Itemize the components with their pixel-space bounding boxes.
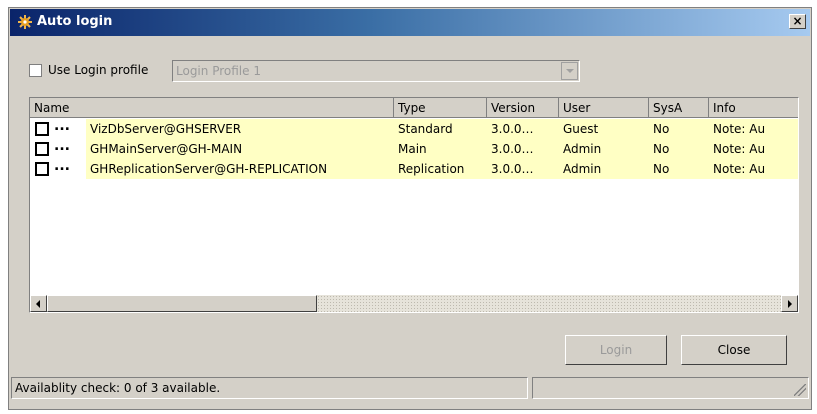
table-header: Name Type Version User SysA Info [30, 98, 798, 118]
row-checkbox[interactable] [35, 122, 49, 136]
cell-version: 3.0.0… [487, 159, 559, 179]
cell-sysa: No [649, 139, 709, 159]
status-bar-text: Availablity check: 0 of 3 available. [11, 377, 528, 399]
status-bar-panel [532, 377, 809, 399]
column-header-user[interactable]: User [559, 98, 649, 118]
cell-version: 3.0.0… [487, 139, 559, 159]
table-row[interactable]: ... GHReplicationServer@GH-REPLICATION R… [30, 158, 798, 179]
table-row[interactable]: ... GHMainServer@GH-MAIN Main 3.0.0… Adm… [30, 138, 798, 159]
cell-user: Admin [559, 159, 649, 179]
cell-sysa: No [649, 119, 709, 139]
cell-type: Replication [394, 159, 487, 179]
close-window-button[interactable]: × [789, 14, 806, 29]
cell-type: Main [394, 139, 487, 159]
close-button[interactable]: Close [681, 335, 787, 365]
scrollbar-thumb[interactable] [47, 295, 317, 312]
more-dots-icon[interactable]: ... [54, 138, 70, 154]
cell-info: Note: Au [709, 139, 798, 159]
server-table: Name Type Version User SysA Info ... Viz… [29, 97, 799, 313]
row-checkbox[interactable] [35, 162, 49, 176]
login-profile-select[interactable]: Login Profile 1 [172, 60, 580, 82]
row-checkbox[interactable] [35, 142, 49, 156]
cell-type: Standard [394, 119, 487, 139]
gear-icon [18, 15, 32, 29]
column-header-name[interactable]: Name [30, 98, 394, 118]
cell-info: Note: Au [709, 159, 798, 179]
resize-grip-icon[interactable] [794, 384, 806, 396]
horizontal-scrollbar[interactable] [30, 295, 798, 312]
column-header-type[interactable]: Type [394, 98, 487, 118]
cell-user: Admin [559, 139, 649, 159]
scroll-left-icon[interactable] [30, 295, 47, 312]
cell-version: 3.0.0… [487, 119, 559, 139]
column-header-info[interactable]: Info [709, 98, 798, 118]
chevron-down-icon[interactable] [561, 62, 578, 80]
cell-name: GHMainServer@GH-MAIN [86, 139, 394, 159]
cell-name: VizDbServer@GHSERVER [86, 119, 394, 139]
window-title: Auto login [37, 14, 113, 29]
login-profile-value: Login Profile 1 [176, 64, 261, 78]
cell-user: Guest [559, 119, 649, 139]
cell-name: GHReplicationServer@GH-REPLICATION [86, 159, 394, 179]
login-button[interactable]: Login [565, 335, 667, 365]
use-login-profile-checkbox[interactable] [29, 64, 42, 77]
column-header-sysa[interactable]: SysA [649, 98, 709, 118]
cell-info: Note: Au [709, 119, 798, 139]
table-row[interactable]: ... VizDbServer@GHSERVER Standard 3.0.0…… [30, 118, 798, 139]
cell-sysa: No [649, 159, 709, 179]
more-dots-icon[interactable]: ... [54, 158, 70, 174]
title-bar[interactable]: Auto login × [10, 9, 810, 36]
column-header-version[interactable]: Version [487, 98, 559, 118]
scrollbar-track[interactable] [317, 295, 781, 312]
more-dots-icon[interactable]: ... [54, 118, 70, 134]
scroll-right-icon[interactable] [781, 295, 798, 312]
auto-login-dialog: Auto login × Use Login profile Login Pro… [8, 7, 812, 410]
use-login-profile-label: Use Login profile [48, 63, 149, 77]
